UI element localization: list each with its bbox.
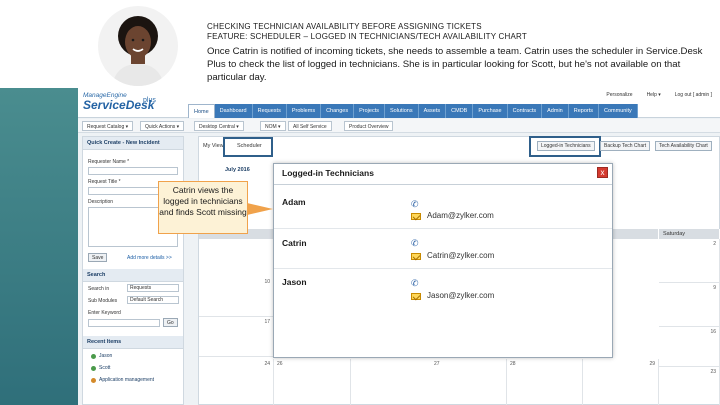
tab-problems[interactable]: Problems (286, 104, 322, 118)
sub-modules-select[interactable]: Default Search (127, 296, 179, 304)
search-in-label: Search in (88, 286, 110, 292)
app-header: ManageEngine ServiceDesk plus Personaliz… (78, 88, 720, 118)
scheduler-highlight (223, 137, 273, 157)
toolbar: Request Catalog ▾ Quick Actions ▾ Deskto… (78, 119, 720, 133)
desktop-central-button[interactable]: Desktop Central ▾ (194, 121, 244, 131)
tab-requests[interactable]: Requests (252, 104, 287, 118)
technician-name: Catrin (282, 238, 307, 248)
day-header-saturday: Saturday (659, 229, 720, 239)
callout-arrow (247, 203, 273, 215)
requester-input[interactable] (88, 167, 178, 175)
technician-name: Adam (282, 197, 306, 207)
recent-item-label: Application management (99, 377, 155, 383)
technician-name: Jason (282, 277, 307, 287)
user-icon (91, 365, 96, 371)
add-more-details-link[interactable]: Add more details >> (127, 255, 172, 261)
technician-email[interactable]: Jason@zylker.com (427, 291, 494, 300)
quick-actions-button[interactable]: Quick Actions ▾ (140, 121, 185, 131)
tab-changes[interactable]: Changes (321, 104, 355, 118)
backup-tech-chart-button[interactable]: Backup Tech Chart (600, 141, 651, 151)
tab-contracts[interactable]: Contracts (507, 104, 543, 118)
row-divider (274, 228, 612, 229)
month-label: July 2016 (225, 167, 250, 173)
phone-icon: ✆ (411, 238, 419, 248)
tab-cmdb[interactable]: CMDB (446, 104, 474, 118)
tab-purchase[interactable]: Purchase (473, 104, 508, 118)
help-link[interactable]: Help ▾ (647, 92, 661, 98)
calendar-cell[interactable]: 2 (659, 239, 720, 283)
mail-icon (411, 213, 421, 220)
mail-icon (411, 253, 421, 260)
request-catalog-button[interactable]: Request Catalog ▾ (82, 121, 134, 131)
user-icon (91, 353, 96, 359)
top-links: Personalize Help ▾ Log out [ admin ] (606, 92, 712, 98)
tab-admin[interactable]: Admin (542, 104, 569, 118)
recent-item-label: Scott (99, 365, 111, 371)
main-nav: Home Dashboard Requests Problems Changes… (188, 104, 638, 118)
description-label: Description (88, 199, 114, 205)
phone-icon: ✆ (411, 199, 419, 209)
slide-feature: FEATURE: SCHEDULER – LOGGED IN TECHNICIA… (207, 32, 527, 41)
calendar-cell[interactable]: 24 (199, 359, 274, 405)
row-divider (274, 268, 612, 269)
recent-item[interactable]: Application management (91, 377, 154, 383)
product-overview-button[interactable]: Product Overview (344, 121, 394, 131)
slide-heading: CHECKING TECHNICIAN AVAILABILITY BEFORE … (207, 22, 482, 31)
save-button[interactable]: Save (88, 253, 108, 262)
logged-in-technicians-popup: Logged-in Technicians x Adam ✆ Adam@zylk… (273, 163, 613, 358)
close-icon[interactable]: x (597, 167, 608, 178)
calendar-cell[interactable]: 16 (659, 327, 720, 367)
calendar-cell[interactable]: 17 (199, 317, 274, 357)
slide-description: Once Catrin is notified of incoming tick… (207, 46, 703, 83)
mail-icon (411, 293, 421, 300)
calendar-cell[interactable]: 26 (274, 359, 351, 405)
search-in-select[interactable]: Requests (127, 284, 179, 292)
recent-items-title: Recent Items (83, 336, 183, 349)
calendar-cell[interactable]: 10 (199, 277, 274, 317)
recent-item-label: Jason (99, 353, 113, 359)
tab-assets[interactable]: Assets (418, 104, 447, 118)
tab-home[interactable]: Home (188, 104, 215, 118)
calendar-cell[interactable]: 29 (583, 359, 659, 405)
recent-item[interactable]: Scott (91, 365, 110, 371)
calendar-cell[interactable]: 23 (659, 367, 720, 405)
logout-link[interactable]: Log out [ admin ] (675, 92, 712, 98)
calendar-cell[interactable]: 27 (431, 359, 507, 405)
tab-reports[interactable]: Reports (568, 104, 599, 118)
logo-plus: plus (143, 97, 156, 104)
recent-item[interactable]: Jason (91, 353, 112, 359)
calendar-cell[interactable]: 9 (659, 283, 720, 327)
slide-header: CHECKING TECHNICIAN AVAILABILITY BEFORE … (207, 22, 707, 84)
request-title-label: Request Title * (88, 179, 121, 185)
technician-email[interactable]: Adam@zylker.com (427, 211, 494, 220)
callout-box: Catrin views the logged in technicians a… (158, 181, 248, 234)
technician-email[interactable]: Catrin@zylker.com (427, 251, 494, 260)
search-title: Search (83, 269, 183, 282)
tab-my-view[interactable]: My View (203, 143, 224, 149)
nom-button[interactable]: NOM ▾ (260, 121, 286, 131)
sidebar: Quick Create - New Incident Requester Na… (82, 136, 184, 405)
tab-projects[interactable]: Projects (354, 104, 385, 118)
tab-dashboard[interactable]: Dashboard (214, 104, 253, 118)
application-icon (91, 377, 96, 383)
personalize-link[interactable]: Personalize (606, 92, 632, 98)
phone-icon: ✆ (411, 278, 419, 288)
quick-create-title: Quick Create - New Incident (83, 137, 183, 150)
tech-availability-chart-button[interactable]: Tech Availability Chart (655, 141, 712, 151)
tab-community[interactable]: Community (599, 104, 638, 118)
popup-divider (274, 184, 612, 185)
keyword-input[interactable] (88, 319, 160, 327)
calendar-cell[interactable]: 28 (507, 359, 583, 405)
keyword-label: Enter Keyword (88, 310, 121, 316)
presenter-avatar (98, 6, 178, 86)
popup-title: Logged-in Technicians (282, 168, 374, 178)
decorative-bar (0, 88, 78, 405)
logged-in-highlight (529, 136, 601, 157)
self-service-button[interactable]: All Self Service (288, 121, 332, 131)
sub-modules-label: Sub Modules (88, 298, 118, 304)
go-button[interactable]: Go (163, 318, 178, 327)
slide: CHECKING TECHNICIAN AVAILABILITY BEFORE … (0, 0, 720, 405)
requester-label: Requester Name * (88, 159, 130, 165)
tab-solutions[interactable]: Solutions (384, 104, 419, 118)
